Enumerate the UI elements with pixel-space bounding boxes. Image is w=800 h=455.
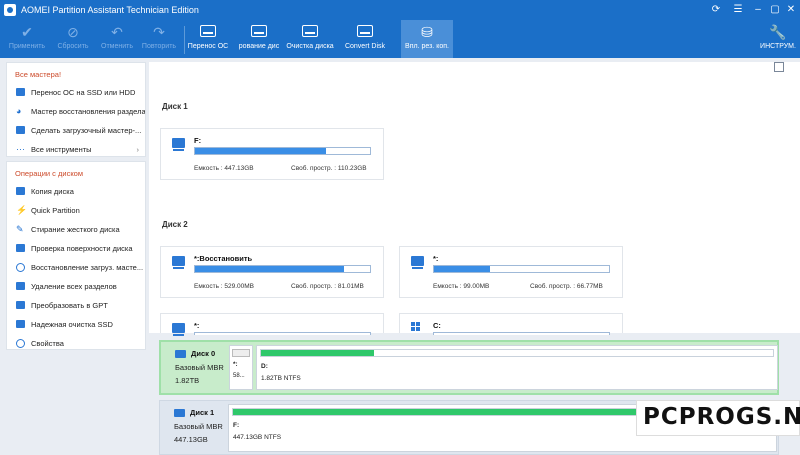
window-title: AOMEI Partition Assistant Technician Edi…: [21, 5, 199, 15]
title-bar: AOMEI Partition Assistant Technician Edi…: [0, 0, 800, 20]
sidebar-item-partition-recovery[interactable]: ◕ Мастер восстановления раздела: [7, 102, 145, 121]
rebuild-mbr-icon: [16, 263, 25, 272]
sidebar: Все мастера! Перенос ОС на SSD или HDD ◕…: [6, 62, 146, 350]
sidebar-item-all-tools[interactable]: ··· Все инструменты ›: [7, 140, 145, 159]
sidebar-item-rebuild-mbr[interactable]: Восстановление загруз. масте...: [7, 258, 145, 277]
convert-disk-button[interactable]: Convert Disk: [342, 20, 388, 58]
sidebar-item-convert-gpt[interactable]: Преобразовать в GPT: [7, 296, 145, 315]
usage-bar: [433, 332, 610, 335]
undo-icon: ↶: [111, 24, 123, 40]
bootable-icon: [16, 126, 25, 135]
partition-card-c[interactable]: C:: [399, 313, 623, 335]
info-icon: [16, 339, 25, 348]
usage-bar: [433, 265, 610, 273]
usage-bar: [194, 332, 371, 335]
recovery-icon: ◕: [16, 106, 22, 116]
cancel-icon: ⊘: [67, 24, 79, 40]
partition-card-msr[interactable]: *:: [160, 313, 384, 336]
disk-cleanup-button[interactable]: Очистка диска: [284, 20, 336, 58]
small-partition-block[interactable]: *: 58...: [229, 345, 253, 390]
surface-test-icon: [16, 244, 25, 253]
menu-icon[interactable]: ☰: [730, 3, 746, 17]
partition-block-d[interactable]: D: 1.82TB NTFS: [256, 345, 778, 390]
sidebar-item-delete-all-partitions[interactable]: Удаление всех разделов: [7, 277, 145, 296]
operations-title: Операции с диском: [15, 169, 84, 178]
sidebar-item-surface-test[interactable]: Проверка поверхности диска: [7, 239, 145, 258]
disk-1-label: Диск 1: [162, 102, 188, 111]
partition-icon: [172, 256, 185, 269]
discard-button[interactable]: ⊘ Сбросить: [52, 20, 94, 58]
partition-card-f[interactable]: F: Емкость : 447.13GB Своб. простр. : 11…: [160, 128, 384, 180]
partition-icon: [172, 323, 185, 336]
redo-button[interactable]: ↷ Повторить: [136, 20, 182, 58]
close-button[interactable]: ✕: [783, 3, 799, 17]
tools-button[interactable]: 🔧 ИНСТРУМ.: [758, 20, 798, 58]
app-logo-icon: [4, 4, 16, 16]
windows-icon: [411, 322, 421, 332]
convert-disk-icon: [342, 23, 388, 41]
wizards-title: Все мастера!: [15, 70, 62, 79]
disk-header: Диск 1 Базовый MBR 447.13GB: [174, 408, 223, 444]
sidebar-item-wipe-disk[interactable]: ✎ Стирание жесткого диска: [7, 220, 145, 239]
disk-icon: [175, 350, 186, 358]
backup-icon: ⛁: [421, 24, 433, 40]
backup-button[interactable]: ⛁ Впл. рез. коп.: [401, 20, 453, 58]
maximize-button[interactable]: ▢: [767, 3, 783, 17]
sidebar-item-bootable-media[interactable]: Сделать загрузочный мастер-...: [7, 121, 145, 140]
migrate-icon: [16, 88, 25, 97]
usage-bar: [194, 147, 371, 155]
minimize-button[interactable]: –: [750, 3, 766, 17]
undo-button[interactable]: ↶ Отменить: [96, 20, 138, 58]
disk-icon: [174, 409, 185, 417]
disk-operations-panel: Операции с диском Копия диска ⚡ Quick Pa…: [6, 161, 146, 350]
partition-view: Диск 1 F: Емкость : 447.13GB Своб. прост…: [149, 62, 800, 336]
disk-header: Диск 0 Базовый MBR 1.82TB: [175, 349, 224, 385]
wizards-panel: Все мастера! Перенос ОС на SSD или HDD ◕…: [6, 62, 146, 157]
view-toggle-icon[interactable]: [774, 62, 784, 72]
chevron-right-icon: ›: [136, 145, 140, 154]
sidebar-item-ssd-secure-erase[interactable]: Надежная очистка SSD: [7, 315, 145, 334]
watermark: PCPROGS.NET: [636, 400, 800, 436]
apply-button[interactable]: ✔ Применить: [6, 20, 48, 58]
wipe-icon: ✎: [16, 224, 24, 234]
disk-2-label: Диск 2: [162, 220, 188, 229]
copy-disk-icon: [16, 187, 25, 196]
disk-copy-button[interactable]: рование дис: [234, 20, 284, 58]
more-icon: ···: [16, 144, 25, 154]
partition-icon: [411, 256, 424, 269]
sidebar-item-copy-disk[interactable]: Копия диска: [7, 182, 145, 201]
delete-partitions-icon: [16, 282, 25, 291]
usage-bar: [194, 265, 371, 273]
toolbar-divider: [184, 26, 185, 54]
sidebar-item-quick-partition[interactable]: ⚡ Quick Partition: [7, 201, 145, 220]
migrate-os-icon: [186, 23, 230, 41]
partition-icon: [172, 138, 185, 151]
quick-partition-icon: ⚡: [16, 205, 28, 215]
partition-card-recovery[interactable]: *:Восстановить Емкость : 529.00MB Своб. …: [160, 246, 384, 298]
wrench-icon: 🔧: [769, 24, 787, 40]
top-bar: AOMEI Partition Assistant Technician Edi…: [0, 0, 800, 58]
sidebar-item-properties[interactable]: Свойства: [7, 334, 145, 353]
refresh-icon[interactable]: ⟳: [708, 3, 724, 17]
check-icon: ✔: [21, 24, 33, 40]
redo-icon: ↷: [153, 24, 165, 40]
usage-bar: [260, 349, 774, 357]
ssd-erase-icon: [16, 320, 25, 329]
sidebar-item-migrate-os[interactable]: Перенос ОС на SSD или HDD: [7, 83, 145, 102]
convert-gpt-icon: [16, 301, 25, 310]
migrate-os-button[interactable]: Перенос ОС: [186, 20, 230, 58]
partition-card-system[interactable]: *: Емкость : 99.00MB Своб. простр. : 66.…: [399, 246, 623, 298]
disk-cleanup-icon: [284, 23, 336, 41]
disk-copy-icon: [234, 23, 284, 41]
disk-row-0[interactable]: Диск 0 Базовый MBR 1.82TB *: 58... D: 1.…: [159, 340, 779, 395]
